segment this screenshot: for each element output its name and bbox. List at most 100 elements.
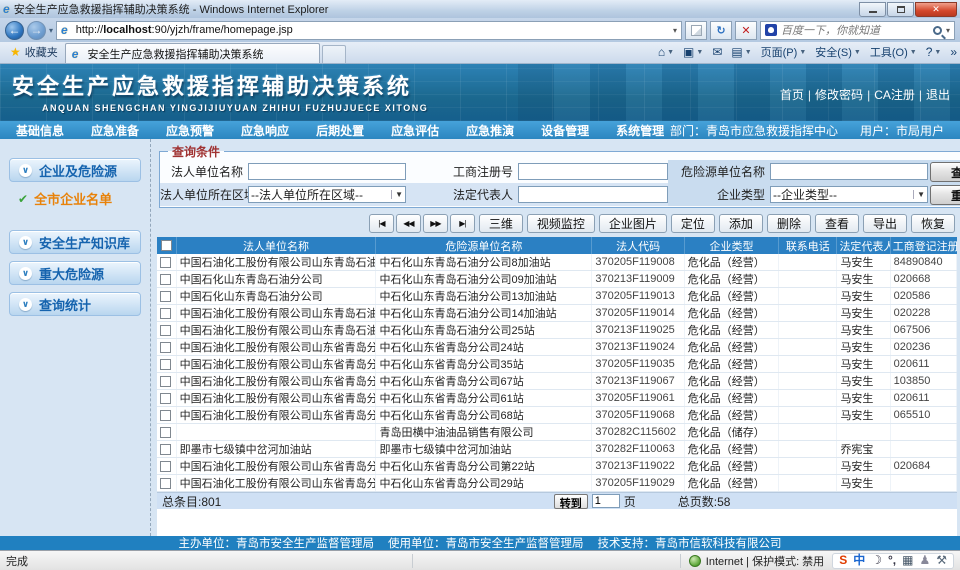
search-input[interactable]: 百度一下，你就知道 <box>781 22 929 38</box>
toolbar-button-1[interactable]: 视频监控 <box>527 214 595 233</box>
refresh-button[interactable]: ↻ <box>710 21 732 40</box>
title-bar: e 安全生产应急救援指挥辅助决策系统 - Windows Internet Ex… <box>0 0 960 18</box>
first-page-button[interactable]: |◀ <box>369 214 394 233</box>
page-menu[interactable]: 页面(P)▼ <box>761 44 807 60</box>
goto-page-button[interactable]: 转到 <box>554 494 588 509</box>
menu-item-3[interactable]: 应急响应 <box>241 122 289 139</box>
help-menu[interactable]: ?▼ <box>926 45 942 59</box>
row-checkbox[interactable] <box>160 359 171 370</box>
menu-item-7[interactable]: 设备管理 <box>541 122 589 139</box>
toolbar-button-7[interactable]: 导出 <box>863 214 907 233</box>
search-box[interactable]: 百度一下，你就知道 ▾ <box>760 21 955 40</box>
safety-menu[interactable]: 安全(S)▼ <box>815 44 861 60</box>
punctuation-icon[interactable]: °, <box>888 554 896 567</box>
url-dropdown-caret[interactable]: ▾ <box>673 26 677 35</box>
header-link-2[interactable]: CA注册 <box>874 86 915 103</box>
sidebar-group-2[interactable]: ∨安全生产知识库 <box>9 230 141 254</box>
menu-item-0[interactable]: 基础信息 <box>16 122 64 139</box>
next-page-button[interactable]: ▶▶ <box>423 214 448 233</box>
url-field[interactable]: e http://localhost:90/yjzh/frame/homepag… <box>56 21 682 40</box>
header-link-0[interactable]: 首页 <box>780 86 804 103</box>
table-row: 青岛田横中油油品销售有限公司370282C115602危化品（储存） <box>157 424 957 441</box>
page-suffix: 页 <box>624 493 636 510</box>
favorites-button[interactable]: ★ 收藏夹 <box>3 41 65 63</box>
sidebar-group-4[interactable]: ∨查询统计 <box>9 292 141 316</box>
tab-active[interactable]: e 安全生产应急救援指挥辅助决策系统 <box>65 43 320 63</box>
row-checkbox[interactable] <box>160 308 171 319</box>
menu-item-2[interactable]: 应急预警 <box>166 122 214 139</box>
home-icon[interactable]: ⌂▼ <box>658 45 674 59</box>
toolbar-button-3[interactable]: 定位 <box>671 214 715 233</box>
search-button[interactable]: 查询 <box>930 162 960 182</box>
row-checkbox[interactable] <box>160 393 171 404</box>
row-checkbox[interactable] <box>160 291 171 302</box>
row-checkbox[interactable] <box>160 325 171 336</box>
more-chevron-icon: » <box>950 45 957 59</box>
mail-icon[interactable]: ✉ <box>712 45 722 59</box>
toolbar-button-2[interactable]: 企业图片 <box>599 214 667 233</box>
row-checkbox[interactable] <box>160 444 171 455</box>
menu-item-4[interactable]: 后期处置 <box>316 122 364 139</box>
soft-keyboard-icon[interactable]: ▦ <box>902 554 913 567</box>
menu-item-8[interactable]: 系统管理 <box>616 122 664 139</box>
toolbar-button-group: 三维视频监控企业图片定位添加删除查看导出恢复 <box>479 214 955 233</box>
person-icon[interactable]: ♟ <box>919 554 930 567</box>
stop-button[interactable]: ✕ <box>735 21 757 40</box>
enterprise-type-select[interactable]: --企业类型--▼ <box>770 186 928 203</box>
header-link-1[interactable]: 修改密码 <box>815 86 863 103</box>
wrench-icon[interactable]: ⚒ <box>936 554 947 567</box>
close-button[interactable]: ✕ <box>915 2 957 17</box>
hazard-name-input[interactable] <box>770 163 928 180</box>
chevron-down-icon: ▼ <box>391 190 403 199</box>
row-checkbox[interactable] <box>160 376 171 387</box>
compatibility-view-button[interactable] <box>685 21 707 40</box>
search-caret[interactable]: ▾ <box>946 26 950 35</box>
legal-rep-input[interactable] <box>518 186 668 203</box>
last-page-button[interactable]: ▶| <box>450 214 475 233</box>
corp-name-label: 法人单位名称 <box>160 163 248 180</box>
forward-button[interactable]: → <box>27 21 46 40</box>
reset-button[interactable]: 重置 <box>930 185 960 205</box>
more-chevron-icon[interactable]: » <box>950 45 957 59</box>
corp-name-input[interactable] <box>248 163 406 180</box>
reg-no-input[interactable] <box>518 163 668 180</box>
select-all-checkbox[interactable] <box>161 240 172 251</box>
row-checkbox[interactable] <box>160 461 171 472</box>
fullwidth-moon-icon[interactable]: ☽ <box>871 554 882 567</box>
input-mode-icon[interactable]: 中 <box>853 554 865 567</box>
sidebar-group-0[interactable]: ∨企业及危险源 <box>9 158 141 182</box>
page-number-input[interactable] <box>592 494 620 508</box>
row-checkbox[interactable] <box>160 478 171 489</box>
toolbar-button-8[interactable]: 恢复 <box>911 214 955 233</box>
row-checkbox[interactable] <box>160 274 171 285</box>
menu-item-5[interactable]: 应急评估 <box>391 122 439 139</box>
sidebar-group-3[interactable]: ∨重大危险源 <box>9 261 141 285</box>
chevron-down-icon: ▼ <box>667 49 674 56</box>
row-checkbox[interactable] <box>160 342 171 353</box>
new-tab-button[interactable] <box>322 45 346 63</box>
toolbar-button-6[interactable]: 查看 <box>815 214 859 233</box>
menu-item-1[interactable]: 应急准备 <box>91 122 139 139</box>
region-select[interactable]: --法人单位所在区域--▼ <box>248 186 406 203</box>
header-link-3[interactable]: 退出 <box>926 86 950 103</box>
feeds-icon[interactable]: ▣▼ <box>683 45 703 59</box>
toolbar-button-4[interactable]: 添加 <box>719 214 763 233</box>
search-icon[interactable] <box>933 26 942 35</box>
recent-pages-caret[interactable]: ▾ <box>49 26 53 35</box>
minimize-button[interactable] <box>859 2 886 17</box>
sogou-logo-icon[interactable]: S <box>839 554 847 567</box>
back-button[interactable]: ← <box>5 21 24 40</box>
row-checkbox[interactable] <box>160 410 171 421</box>
row-checkbox[interactable] <box>160 427 171 438</box>
toolbar-button-5[interactable]: 删除 <box>767 214 811 233</box>
row-checkbox[interactable] <box>160 257 171 268</box>
toolbar-button-0[interactable]: 三维 <box>479 214 523 233</box>
menu-item-6[interactable]: 应急推演 <box>466 122 514 139</box>
print-icon[interactable]: ▤▼ <box>731 45 751 59</box>
page-icon: e <box>61 23 68 37</box>
prev-page-button[interactable]: ◀◀ <box>396 214 421 233</box>
maximize-button[interactable] <box>887 2 914 17</box>
sidebar-item-active[interactable]: ✔全市企业名单 <box>18 189 140 208</box>
chevron-down-icon: ▼ <box>934 49 941 56</box>
tools-menu[interactable]: 工具(O)▼ <box>870 44 917 60</box>
